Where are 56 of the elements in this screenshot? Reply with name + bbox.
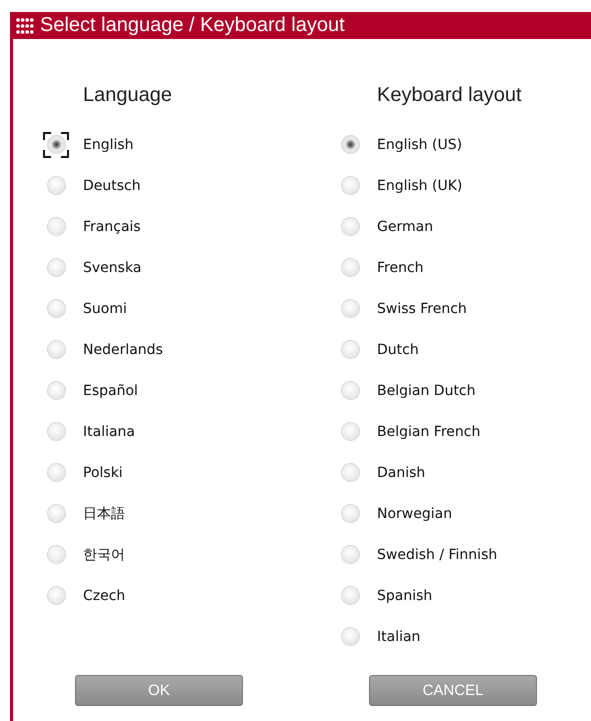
radio-button[interactable] [342,382,358,399]
cancel-button[interactable]: CANCEL [369,675,537,706]
radio-button[interactable] [48,587,64,604]
radio-button[interactable] [48,136,64,153]
radio-button[interactable] [342,587,358,604]
radio-button[interactable] [48,300,64,317]
option-label: Swiss French [377,300,467,316]
radio-button[interactable] [342,177,358,194]
option-label: Belgian Dutch [377,382,476,398]
option-label: German [377,218,434,234]
option-label: Español [83,382,138,398]
option-label: Svenska [83,260,142,276]
radio-button[interactable] [48,259,64,276]
option-label: 日本語 [83,504,125,522]
option-label: English (US) [377,136,462,152]
radio-button[interactable] [48,177,64,194]
option-label: English (UK) [377,178,462,194]
radio-button[interactable] [342,341,358,358]
option-label: Suomi [83,300,127,316]
option-label: Czech [83,588,126,604]
radio-button[interactable] [342,505,358,522]
radio-button[interactable] [48,546,64,563]
radio-button[interactable] [342,300,358,317]
option-label: Norwegian [377,506,452,522]
option-label: Italiana [83,424,136,440]
radio-button[interactable] [48,464,64,481]
option-label: French [377,260,424,276]
column-heading: Keyboard layout [377,84,523,108]
radio-button[interactable] [342,464,358,481]
window-title: Select language / Keyboard layout [40,14,345,37]
option-label: Nederlands [83,342,163,358]
option-label: Belgian French [377,424,480,440]
radio-button[interactable] [48,505,64,522]
option-label: 한국어 [83,546,125,564]
radio-button[interactable] [342,136,358,153]
radio-button[interactable] [342,628,358,645]
grid-icon [15,16,35,34]
radio-button[interactable] [48,382,64,399]
column-heading: Language [83,84,173,108]
radio-button[interactable] [48,423,64,440]
option-label: Polski [83,464,123,480]
radio-button[interactable] [342,218,358,235]
option-label: Swedish / Finnish [377,546,498,562]
radio-button[interactable] [48,218,64,235]
radio-button[interactable] [342,423,358,440]
option-label: Danish [377,464,426,480]
ok-button[interactable]: OK [75,675,243,706]
radio-button[interactable] [342,259,358,276]
option-label: Français [83,218,141,234]
option-label: Dutch [377,342,419,358]
radio-button[interactable] [48,341,64,358]
option-label: Italian [377,628,420,644]
option-label: English [83,136,134,152]
radio-button[interactable] [342,546,358,563]
option-label: Deutsch [83,178,141,194]
option-label: Spanish [377,588,432,604]
